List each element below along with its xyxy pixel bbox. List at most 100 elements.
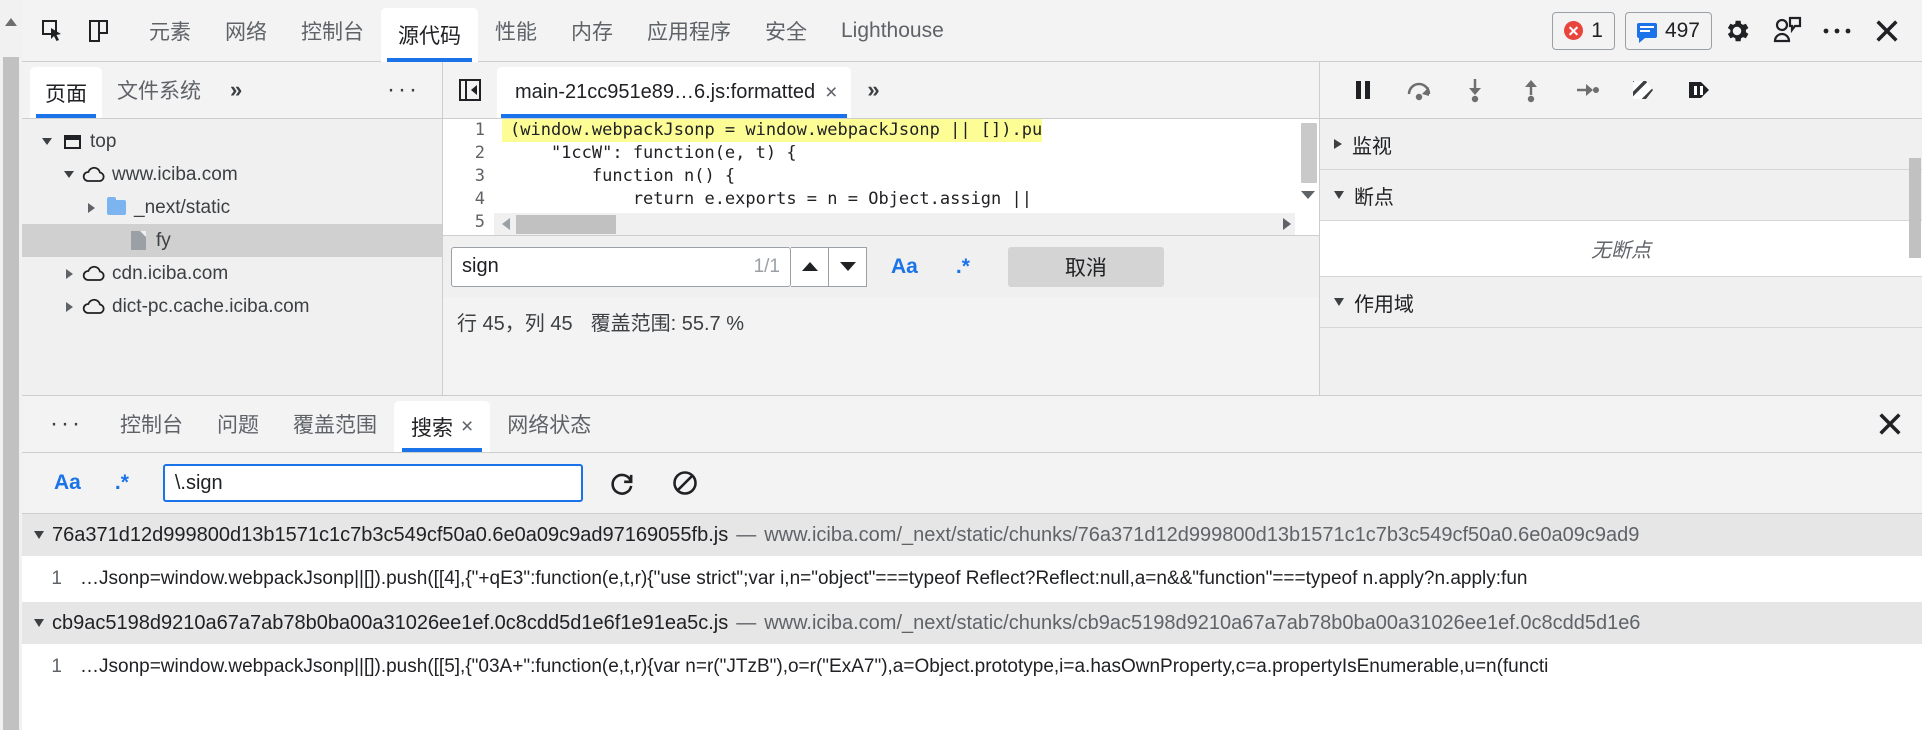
code-editor[interactable]: 1 (window.webpackJsonp = window.webpackJ…: [443, 119, 1319, 235]
drawer-tab-coverage[interactable]: 覆盖范围: [276, 396, 394, 452]
editor-file-tab-close-icon[interactable]: ×: [825, 82, 837, 103]
chevron-right-icon[interactable]: [58, 301, 80, 312]
step-into-button[interactable]: [1450, 67, 1500, 113]
editor-find-cancel-button[interactable]: 取消: [1007, 246, 1164, 287]
code-scroll-down-icon[interactable]: [1300, 191, 1315, 199]
tree-item-dict-pc-cache[interactable]: dict-pc.cache.iciba.com: [22, 290, 442, 323]
breakpoints-empty-label: 无断点: [1590, 240, 1651, 262]
code-line[interactable]: 2 "1ccW": function(e, t) {: [443, 142, 1319, 165]
chevron-down-icon[interactable]: [58, 171, 80, 178]
tab-sources[interactable]: 源代码: [381, 7, 478, 62]
refresh-icon[interactable]: [601, 461, 645, 505]
search-result-match[interactable]: 1 …Jsonp=window.webpackJsonp||[]).push([…: [22, 556, 1922, 602]
frame-icon: [58, 134, 86, 149]
drawer-tab-search-close-icon[interactable]: ×: [461, 416, 473, 437]
drawer-tab-issues[interactable]: 问题: [200, 396, 276, 452]
code-line[interactable]: 3 function n() {: [443, 165, 1319, 188]
editor-file-tab[interactable]: main-21cc951e89…6.js:formatted ×: [497, 67, 852, 118]
search-result-group-header[interactable]: 76a371d12d999800d13b1571c1c7b3c549cf50a0…: [22, 514, 1922, 556]
editor-find-prev-button[interactable]: [791, 246, 829, 287]
tree-item-top[interactable]: top: [22, 125, 442, 158]
scroll-up-arrow-icon[interactable]: [5, 18, 17, 26]
step-button[interactable]: [1562, 67, 1612, 113]
editor-find-input-wrap[interactable]: 1/1: [451, 246, 791, 287]
code-vertical-scrollbar[interactable]: [1300, 123, 1317, 183]
tree-item-fy[interactable]: fy: [22, 224, 442, 257]
chevron-right-icon[interactable]: [80, 202, 102, 213]
drawer-tab-network-conditions[interactable]: 网络状态: [490, 396, 608, 452]
tab-security[interactable]: 安全: [748, 0, 824, 62]
navigator-tab-filesystem[interactable]: 文件系统: [102, 62, 216, 118]
debugger-scrollbar[interactable]: [1909, 158, 1921, 258]
navigator-tab-filesystem-label: 文件系统: [117, 80, 201, 103]
tree-item-cdn-iciba[interactable]: cdn.iciba.com: [22, 257, 442, 290]
gear-icon[interactable]: [1712, 8, 1762, 54]
scroll-left-icon[interactable]: [502, 218, 510, 230]
clear-icon[interactable]: [663, 461, 707, 505]
tab-performance[interactable]: 性能: [478, 0, 554, 62]
resume-button[interactable]: [1338, 67, 1388, 113]
device-toolbar-icon[interactable]: [76, 8, 122, 54]
tab-console[interactable]: 控制台: [284, 0, 381, 62]
code-line[interactable]: 1 (window.webpackJsonp = window.webpackJ…: [443, 119, 1319, 142]
code-horizontal-scrollbar[interactable]: [494, 213, 1295, 235]
tab-elements-label: 元素: [149, 20, 191, 44]
scrollbar-thumb[interactable]: [3, 57, 19, 730]
navigator-overflow-icon[interactable]: »: [216, 62, 257, 118]
debugger-section-breakpoints[interactable]: 断点: [1319, 170, 1922, 221]
match-case-icon: Aa: [54, 471, 81, 494]
tab-application[interactable]: 应用程序: [630, 0, 748, 62]
tab-lighthouse[interactable]: Lighthouse: [824, 0, 961, 62]
inspect-element-icon[interactable]: [30, 8, 76, 54]
drawer-more-icon[interactable]: ···: [30, 396, 103, 452]
code-line[interactable]: 4 return e.exports = n = Object.assign |…: [443, 188, 1319, 211]
debugger-section-scope[interactable]: 作用域: [1319, 277, 1922, 328]
collapse-sidebar-icon[interactable]: [443, 62, 497, 118]
tab-elements[interactable]: 元素: [132, 0, 208, 62]
search-result-match[interactable]: 1 …Jsonp=window.webpackJsonp||[]).push([…: [22, 644, 1922, 690]
feedback-icon[interactable]: [1762, 8, 1812, 54]
search-regex-toggle[interactable]: .*: [107, 471, 137, 495]
match-case-icon: Aa: [891, 254, 918, 278]
editor-find-input[interactable]: [452, 255, 790, 278]
tab-network[interactable]: 网络: [208, 0, 284, 62]
chevron-right-icon[interactable]: [58, 268, 80, 279]
step-out-button[interactable]: [1506, 67, 1556, 113]
close-icon[interactable]: [1862, 8, 1912, 54]
drawer-close-icon[interactable]: [1858, 396, 1922, 452]
editor-match-case-toggle[interactable]: Aa: [877, 255, 932, 279]
step-over-button[interactable]: [1394, 67, 1444, 113]
search-result-line-number: 1: [51, 656, 62, 677]
chevron-down-icon[interactable]: [36, 138, 58, 145]
search-result-file-name: cb9ac5198d9210a67a7ab78b0ba00a31026ee1ef…: [52, 611, 729, 634]
search-result-group-header[interactable]: cb9ac5198d9210a67a7ab78b0ba00a31026ee1ef…: [22, 602, 1922, 644]
tab-memory[interactable]: 内存: [554, 0, 630, 62]
editor-find-next-button[interactable]: [829, 246, 867, 287]
debugger-section-watch[interactable]: 监视: [1319, 119, 1922, 170]
pause-on-exceptions-button[interactable]: [1674, 67, 1724, 113]
deactivate-breakpoints-button[interactable]: [1618, 67, 1668, 113]
chevron-down-icon: [34, 619, 44, 627]
message-count-badge[interactable]: 497: [1624, 11, 1712, 50]
search-results: 76a371d12d999800d13b1571c1c7b3c549cf50a0…: [22, 514, 1922, 730]
navigator-more-icon[interactable]: ···: [365, 62, 442, 118]
hscroll-thumb[interactable]: [516, 214, 616, 234]
tree-item-next-static[interactable]: _next/static: [22, 191, 442, 224]
tree-item-top-label: top: [90, 130, 117, 152]
tree-item-www-iciba[interactable]: www.iciba.com: [22, 158, 442, 191]
search-input[interactable]: [162, 464, 583, 502]
debugger-section-breakpoints-label: 断点: [1353, 186, 1394, 209]
editor-tab-overflow-icon[interactable]: »: [851, 62, 895, 118]
page-scrollbar[interactable]: [0, 0, 22, 730]
tree-item-fy-label: fy: [156, 229, 171, 251]
tree-item-next-static-label: _next/static: [134, 196, 231, 218]
error-count-badge[interactable]: 1: [1552, 11, 1615, 50]
code-line-text: return e.exports = n = Object.assign ||: [510, 189, 1032, 209]
more-options-icon[interactable]: [1812, 8, 1862, 54]
drawer-tab-console[interactable]: 控制台: [103, 396, 200, 452]
editor-regex-toggle[interactable]: .*: [942, 255, 984, 279]
search-match-case-toggle[interactable]: Aa: [46, 471, 89, 495]
navigator-tab-page[interactable]: 页面: [30, 67, 102, 118]
drawer-tab-search[interactable]: 搜索 ×: [393, 401, 491, 452]
scroll-right-icon[interactable]: [1282, 218, 1291, 230]
